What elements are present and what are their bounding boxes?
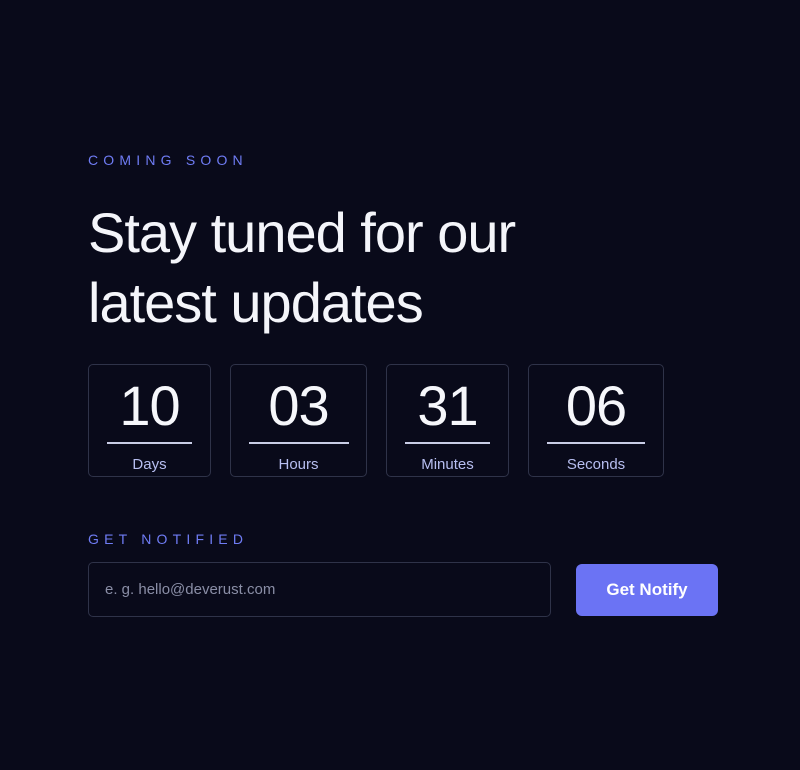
email-field[interactable] [88, 562, 551, 617]
countdown-divider [405, 442, 490, 444]
countdown-seconds-value: 06 [565, 374, 627, 437]
countdown-days-value: 10 [119, 374, 180, 437]
countdown-seconds-label: Seconds [566, 456, 626, 473]
coming-soon-section: COMING SOON Stay tuned for our latest up… [88, 152, 768, 617]
page-title: Stay tuned for our latest updates [88, 201, 516, 334]
notify-label: GET NOTIFIED [88, 531, 249, 547]
countdown-hours: 03 Hours [230, 364, 367, 477]
countdown-divider [107, 442, 192, 444]
countdown-days: 10 Days [88, 364, 211, 477]
countdown-minutes: 31 Minutes [386, 364, 509, 477]
countdown-hours-label: Hours [278, 456, 319, 473]
countdown-seconds: 06 Seconds [528, 364, 664, 477]
countdown-timer: 10 Days 03 Hours 31 Minutes 06 Seconds [88, 364, 664, 477]
countdown-divider [248, 442, 349, 444]
countdown-minutes-value: 31 [417, 374, 478, 437]
notify-form: Get Notify [88, 562, 718, 617]
get-notify-button[interactable]: Get Notify [576, 563, 718, 616]
countdown-days-label: Days [132, 456, 167, 473]
countdown-hours-value: 03 [268, 374, 329, 437]
countdown-minutes-label: Minutes [421, 456, 474, 473]
eyebrow-label: COMING SOON [88, 152, 248, 168]
countdown-divider [547, 442, 645, 444]
